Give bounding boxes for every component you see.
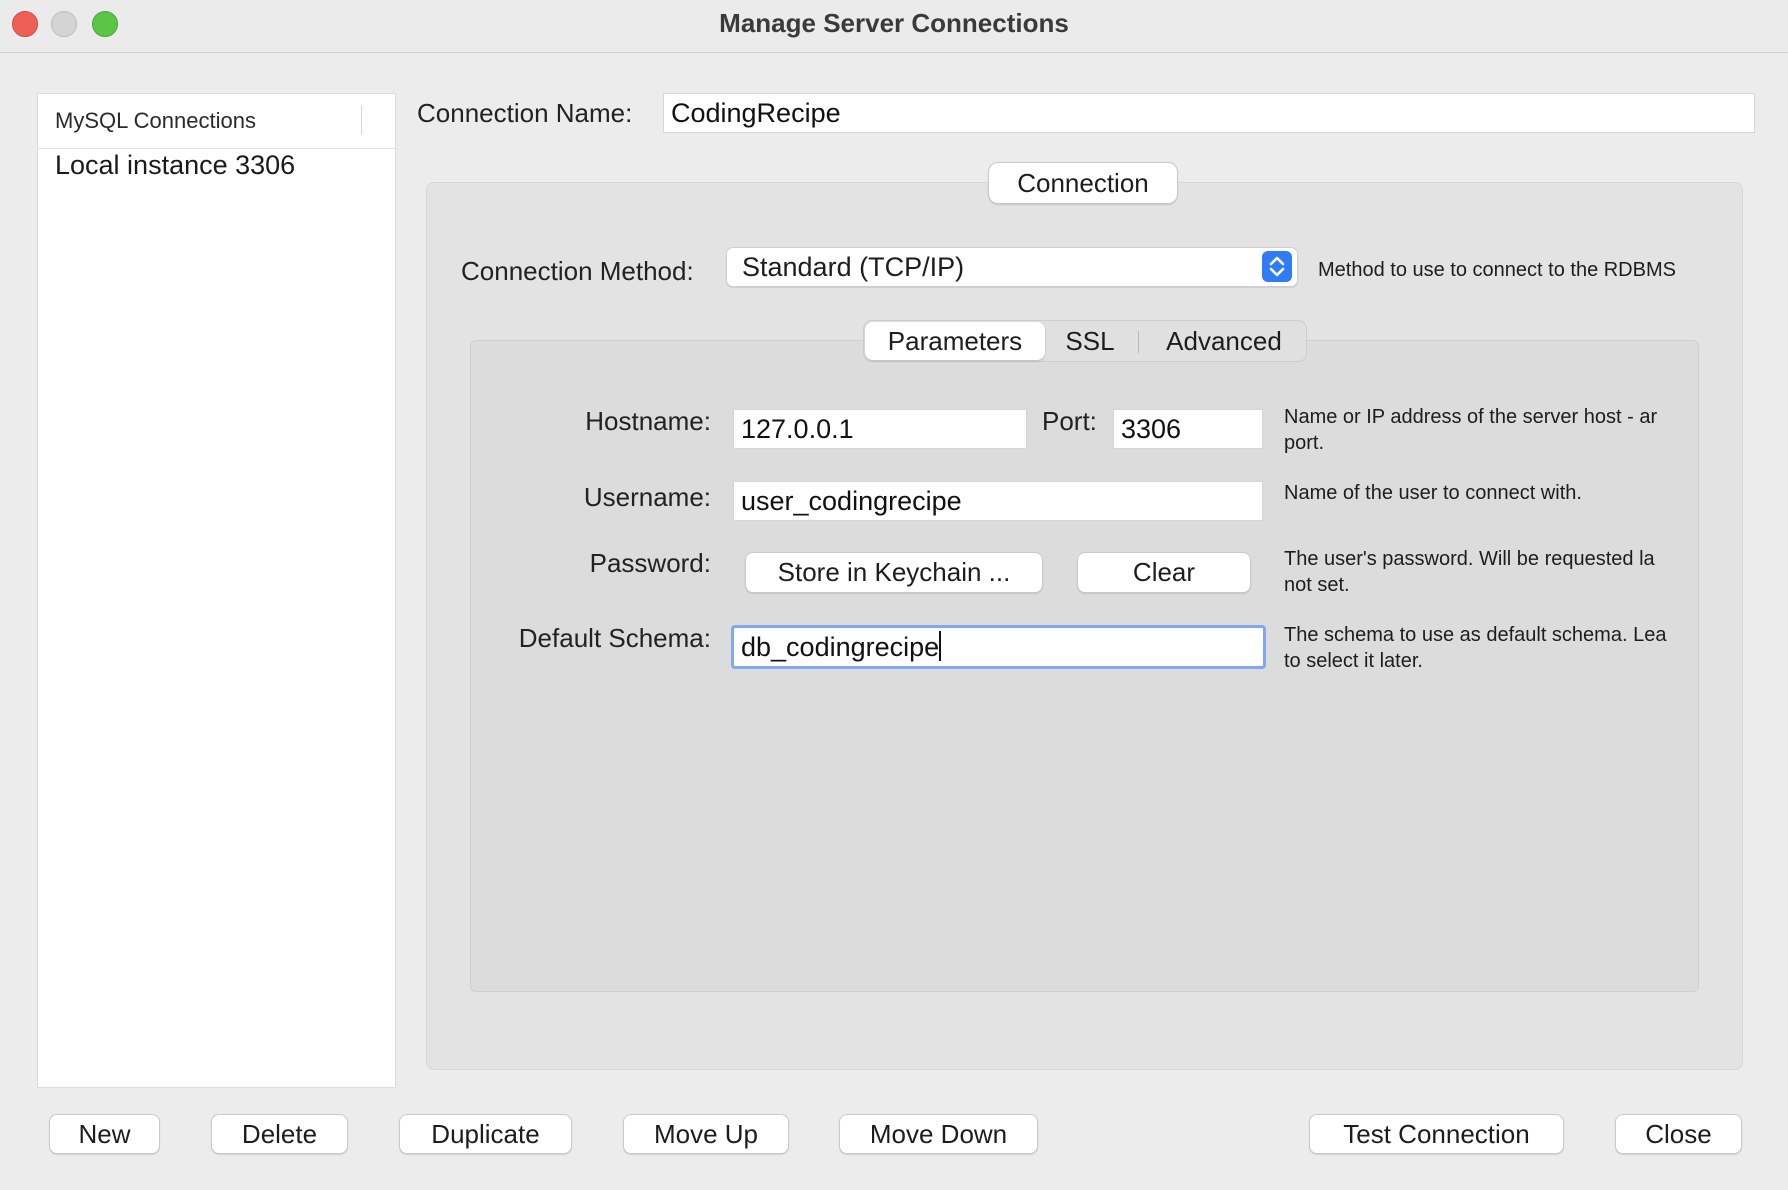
parameters-tab-bar: Parameters SSL Advanced <box>863 320 1307 362</box>
hostname-help: Name or IP address of the server host - … <box>1284 404 1684 456</box>
clear-password-button[interactable]: Clear <box>1077 552 1251 593</box>
connection-name-label: Connection Name: <box>417 98 633 128</box>
move-down-button[interactable]: Move Down <box>839 1114 1038 1154</box>
connection-name-input[interactable]: CodingRecipe <box>663 93 1755 133</box>
tab-connection[interactable]: Connection <box>988 162 1178 204</box>
new-button[interactable]: New <box>49 1114 160 1154</box>
title-bar: Manage Server Connections <box>0 0 1788 53</box>
username-help: Name of the user to connect with. <box>1284 482 1582 504</box>
window-title: Manage Server Connections <box>719 8 1069 38</box>
hostname-help-line-2: port. <box>1284 432 1325 454</box>
move-up-button[interactable]: Move Up <box>623 1114 789 1154</box>
tab-ssl[interactable]: SSL <box>1047 322 1133 360</box>
port-input[interactable]: 3306 <box>1113 409 1263 449</box>
password-help-line-1: The user's password. Will be requested l… <box>1284 548 1655 570</box>
tab-advanced[interactable]: Advanced <box>1142 322 1306 360</box>
default-schema-help-line-1: The schema to use as default schema. Lea <box>1284 624 1667 646</box>
list-item[interactable]: Local instance 3306 <box>55 150 295 181</box>
up-down-chevron-icon <box>1262 251 1292 282</box>
tab-parameters[interactable]: Parameters <box>865 322 1045 360</box>
default-schema-value: db_codingrecipe <box>741 632 940 662</box>
password-help: The user's password. Will be requested l… <box>1284 546 1684 598</box>
tab-divider <box>1138 331 1139 353</box>
default-schema-help-line-2: to select it later. <box>1284 650 1423 672</box>
hostname-help-line-1: Name or IP address of the server host - … <box>1284 406 1658 428</box>
connections-list: MySQL Connections Local instance 3306 <box>37 93 396 1088</box>
port-label: Port: <box>1042 406 1097 436</box>
username-input[interactable]: user_codingrecipe <box>733 481 1263 521</box>
duplicate-button[interactable]: Duplicate <box>399 1114 572 1154</box>
password-help-line-2: not set. <box>1284 574 1350 596</box>
default-schema-help: The schema to use as default schema. Lea… <box>1284 622 1684 674</box>
connections-header-label[interactable]: MySQL Connections <box>55 108 256 134</box>
username-label: Username: <box>583 482 711 512</box>
test-connection-button[interactable]: Test Connection <box>1309 1114 1564 1154</box>
default-schema-label: Default Schema: <box>518 623 711 653</box>
store-in-keychain-button[interactable]: Store in Keychain ... <box>745 552 1043 593</box>
text-cursor <box>939 631 942 661</box>
connection-method-help: Method to use to connect to the RDBMS <box>1318 259 1676 281</box>
connection-method-value: Standard (TCP/IP) <box>742 252 965 282</box>
connections-list-header: MySQL Connections <box>38 94 395 149</box>
connection-method-label: Connection Method: <box>461 256 694 286</box>
close-button[interactable]: Close <box>1615 1114 1742 1154</box>
hostname-input[interactable]: 127.0.0.1 <box>733 409 1027 449</box>
delete-button[interactable]: Delete <box>211 1114 348 1154</box>
password-label: Password: <box>589 548 711 578</box>
connection-method-select[interactable]: Standard (TCP/IP) <box>726 247 1298 287</box>
hostname-label: Hostname: <box>585 406 711 436</box>
default-schema-input[interactable]: db_codingrecipe <box>731 625 1266 669</box>
column-divider[interactable] <box>361 105 362 135</box>
